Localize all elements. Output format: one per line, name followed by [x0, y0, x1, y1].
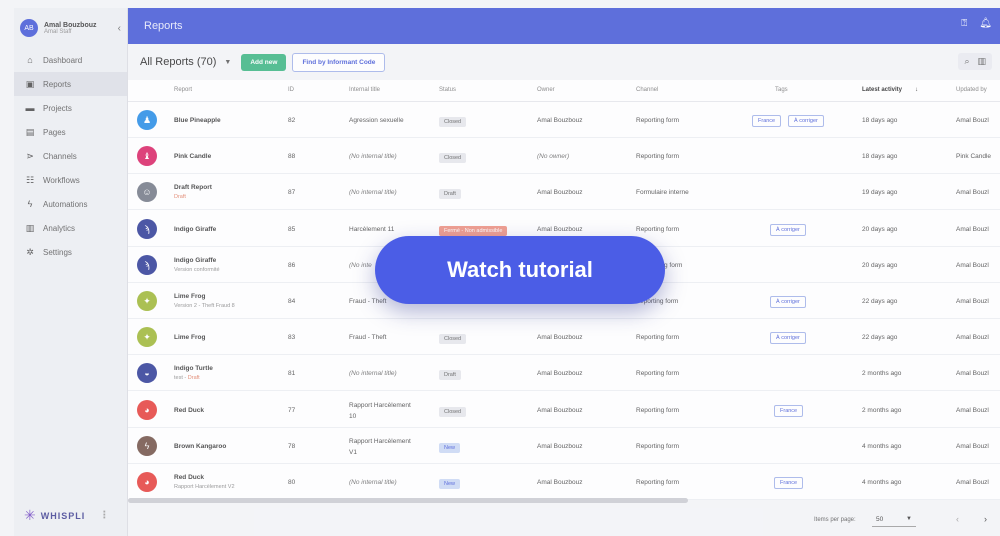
watch-tutorial-button[interactable]: Watch tutorial: [375, 236, 665, 304]
